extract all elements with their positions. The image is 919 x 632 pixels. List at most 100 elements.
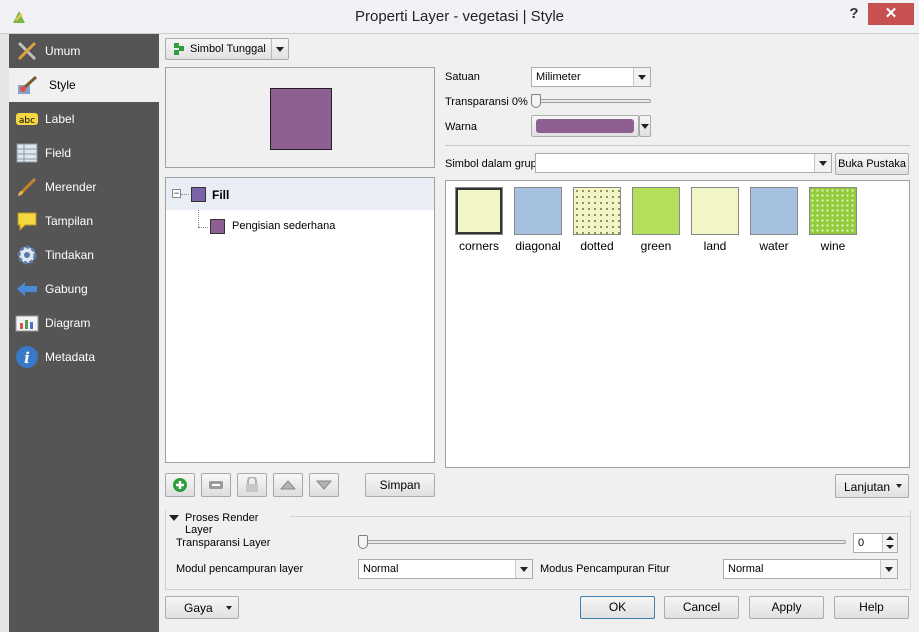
- save-symbol-button[interactable]: Simpan: [365, 473, 435, 497]
- tree-item-fill[interactable]: − Fill: [166, 178, 434, 210]
- tools-icon: [17, 41, 37, 61]
- fill-symbol-icon: [191, 187, 206, 202]
- cancel-button[interactable]: Cancel: [664, 596, 739, 619]
- style-label: Gaya: [184, 601, 213, 615]
- blend-layer-select[interactable]: Normal: [358, 559, 533, 579]
- unit-label: Satuan: [445, 71, 480, 83]
- renderer-type-dropdown[interactable]: Simbol Tunggal: [165, 38, 289, 60]
- single-symbol-icon: [174, 43, 184, 55]
- tree-child-label: Pengisian sederhana: [232, 220, 336, 232]
- color-dropdown-button[interactable]: [639, 115, 651, 137]
- symbol-label: corners: [458, 239, 499, 253]
- svg-text:abc: abc: [19, 116, 35, 126]
- sidebar-item-gabung[interactable]: Gabung: [9, 272, 159, 306]
- window-frame: [0, 34, 9, 632]
- sidebar-item-label: Label: [45, 112, 75, 126]
- sidebar-item-tindakan[interactable]: Tindakan: [9, 238, 159, 272]
- sidebar-item-merender[interactable]: Merender: [9, 170, 159, 204]
- minus-icon: [209, 481, 223, 489]
- advanced-dropdown[interactable]: Lanjutan: [835, 474, 909, 498]
- sidebar: Umum Style abc Label Field Merender Tamp…: [9, 34, 159, 632]
- blend-feature-select[interactable]: Normal: [723, 559, 898, 579]
- chevron-down-icon: [641, 124, 649, 129]
- symbol-label: land: [703, 239, 727, 253]
- style-dropdown[interactable]: Gaya: [165, 596, 239, 619]
- move-down-button[interactable]: [309, 473, 339, 497]
- open-library-button[interactable]: Buka Pustaka: [835, 153, 909, 175]
- svg-text:i: i: [24, 349, 30, 367]
- tree-item-simple-fill[interactable]: Pengisian sederhana: [206, 216, 406, 238]
- symbol-diagonal[interactable]: [514, 187, 562, 235]
- chevron-down-icon: [271, 39, 288, 59]
- unit-select[interactable]: Milimeter: [531, 67, 651, 87]
- sidebar-item-label: Merender: [45, 180, 97, 194]
- symbol-layer-tree: − Fill Pengisian sederhana: [165, 177, 435, 463]
- chevron-down-icon: [880, 560, 897, 578]
- spin-up-icon[interactable]: [886, 536, 894, 540]
- help-title-button[interactable]: ?: [842, 4, 866, 24]
- join-arrow-icon: [17, 282, 37, 296]
- chevron-down-icon: [633, 68, 650, 86]
- apply-button[interactable]: Apply: [749, 596, 824, 619]
- group-label: Simbol dalam grup: [445, 158, 537, 170]
- sidebar-item-label: Style: [49, 78, 76, 92]
- spin-buttons[interactable]: [882, 534, 897, 552]
- blend-layer-label: Modul pencampuran layer: [176, 563, 304, 575]
- plus-icon: [173, 478, 187, 492]
- blend-layer-value: Normal: [363, 563, 399, 575]
- symbol-land[interactable]: [691, 187, 739, 235]
- transparency-slider-track[interactable]: [533, 99, 651, 103]
- move-up-button[interactable]: [273, 473, 303, 497]
- symbol-green[interactable]: [632, 187, 680, 235]
- sidebar-item-style[interactable]: Style: [9, 68, 159, 102]
- abc-label-icon: abc: [16, 113, 38, 126]
- color-button[interactable]: [531, 115, 639, 137]
- sidebar-item-tampilan[interactable]: Tampilan: [9, 204, 159, 238]
- tree-root-label: Fill: [212, 188, 230, 202]
- remove-layer-button[interactable]: [201, 473, 231, 497]
- window-title: Properti Layer - vegetasi | Style: [355, 8, 564, 25]
- lock-layer-button[interactable]: [237, 473, 267, 497]
- symbol-dotted[interactable]: [573, 187, 621, 235]
- layer-transparency-spinbox[interactable]: 0: [853, 533, 898, 553]
- symbol-water[interactable]: [750, 187, 798, 235]
- sidebar-item-diagram[interactable]: Diagram: [9, 306, 159, 340]
- arrow-down-icon: [316, 480, 332, 490]
- render-section-title: Proses Render Layer: [185, 512, 259, 536]
- sidebar-item-umum[interactable]: Umum: [9, 34, 159, 68]
- layer-transparency-slider-handle[interactable]: [358, 535, 368, 549]
- transparency-slider-handle[interactable]: [531, 94, 541, 108]
- gear-icon: [17, 245, 37, 265]
- simple-fill-icon: [210, 219, 225, 234]
- close-window-button[interactable]: ✕: [868, 3, 914, 25]
- sidebar-item-label-tab[interactable]: abc Label: [9, 102, 159, 136]
- symbol-label: diagonal: [515, 239, 561, 253]
- symbol-group-select[interactable]: [535, 153, 832, 173]
- symbol-wine[interactable]: [809, 187, 857, 235]
- color-swatch: [536, 119, 634, 133]
- chevron-down-icon: [814, 154, 831, 172]
- symbol-label: wine: [820, 239, 846, 253]
- spin-down-icon[interactable]: [886, 545, 894, 549]
- table-icon: [16, 143, 38, 163]
- sidebar-item-metadata[interactable]: i Metadata: [9, 340, 159, 374]
- symbol-corners[interactable]: [455, 187, 503, 235]
- brush-icon: [18, 177, 37, 196]
- render-section-header[interactable]: Proses Render Layer: [168, 511, 288, 536]
- symbol-preview: [165, 67, 435, 168]
- sidebar-item-field[interactable]: Field: [9, 136, 159, 170]
- collapse-arrow-icon: [169, 515, 179, 521]
- sidebar-item-label: Tampilan: [45, 214, 94, 228]
- add-layer-button[interactable]: [165, 473, 195, 497]
- collapse-icon[interactable]: −: [172, 189, 181, 198]
- help-button[interactable]: Help: [834, 596, 909, 619]
- ok-button[interactable]: OK: [580, 596, 655, 619]
- lock-icon: [246, 477, 258, 492]
- info-icon: i: [16, 346, 38, 368]
- layer-transparency-label: Transparansi Layer: [176, 537, 271, 549]
- speech-bubble-icon: [17, 212, 37, 232]
- sidebar-item-label: Gabung: [45, 282, 88, 296]
- renderer-type-label: Simbol Tunggal: [190, 43, 266, 55]
- divider: [445, 145, 910, 146]
- layer-transparency-slider-track[interactable]: [360, 540, 846, 544]
